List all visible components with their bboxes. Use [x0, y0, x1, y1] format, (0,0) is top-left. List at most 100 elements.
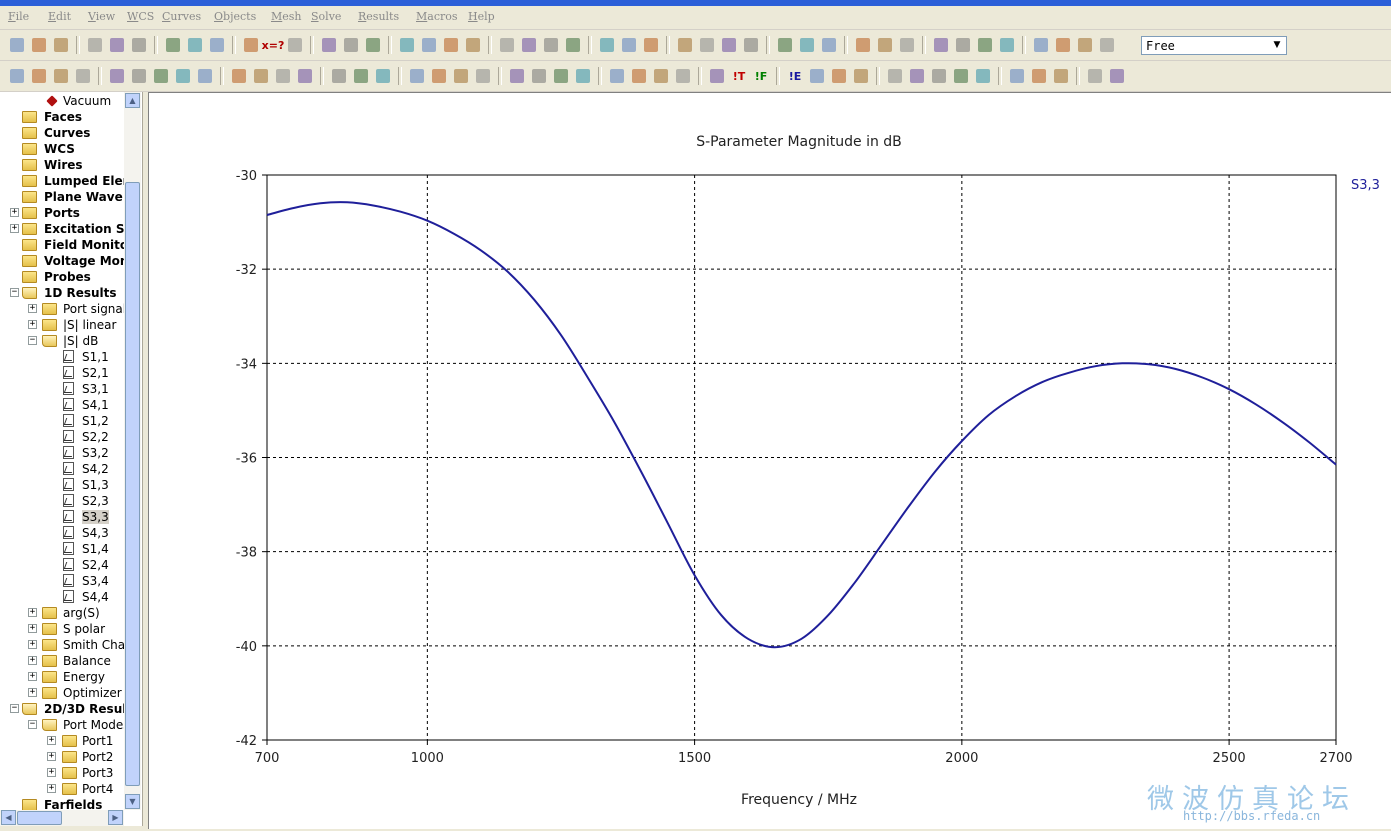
modeling-tool-9-icon[interactable]	[194, 65, 216, 87]
menu-macros[interactable]: Macros	[416, 10, 458, 23]
main-tool-12-icon[interactable]	[284, 34, 306, 56]
modeling-tool-3-icon[interactable]	[50, 65, 72, 87]
modeling-tool-34-icon[interactable]	[828, 65, 850, 87]
tree-item-curves[interactable]: Curves	[0, 125, 124, 141]
tree-item-faces[interactable]: Faces	[0, 109, 124, 125]
modeling-tool-14-icon[interactable]	[328, 65, 350, 87]
main-tool-29-icon[interactable]	[718, 34, 740, 56]
tree-item-wcs[interactable]: WCS	[0, 141, 124, 157]
menu-results[interactable]: Results	[358, 10, 399, 23]
main-tool-33-icon[interactable]	[818, 34, 840, 56]
main-tool-19-icon[interactable]	[462, 34, 484, 56]
tree-item-port-signals[interactable]: + Port signals	[0, 301, 124, 317]
s-parameter-plot[interactable]: S-Parameter Magnitude in dB Frequency / …	[149, 93, 1391, 829]
menu-view[interactable]: View	[88, 10, 115, 23]
main-tool-3-icon[interactable]	[50, 34, 72, 56]
main-tool-11-icon[interactable]: x=?	[262, 34, 285, 56]
modeling-tool-24-icon[interactable]	[572, 65, 594, 87]
main-tool-26-icon[interactable]	[640, 34, 662, 56]
tree-item-s2-4[interactable]: S2,4	[0, 557, 124, 573]
expand-plus-icon[interactable]: +	[28, 656, 37, 665]
expand-plus-icon[interactable]: +	[28, 608, 37, 617]
scroll-down-arrow-icon[interactable]: ▼	[125, 794, 140, 809]
expand-plus-icon[interactable]: +	[10, 224, 19, 233]
main-tool-24-icon[interactable]	[596, 34, 618, 56]
tree-item-excitation-signals[interactable]: + Excitation Signals	[0, 221, 124, 237]
tree-item-s2-2[interactable]: S2,2	[0, 429, 124, 445]
main-tool-34-icon[interactable]	[852, 34, 874, 56]
tree-item-s-polar[interactable]: + S polar	[0, 621, 124, 637]
tree-item-1d-results[interactable]: − 1D Results	[0, 285, 124, 301]
main-tool-21-icon[interactable]	[518, 34, 540, 56]
modeling-tool-2-icon[interactable]	[28, 65, 50, 87]
expand-plus-icon[interactable]: +	[28, 672, 37, 681]
main-tool-7-icon[interactable]	[162, 34, 184, 56]
modeling-tool-45-icon[interactable]	[1106, 65, 1128, 87]
modeling-tool-43-icon[interactable]	[1050, 65, 1072, 87]
expand-plus-icon[interactable]: +	[28, 640, 37, 649]
tree-item-balance[interactable]: + Balance	[0, 653, 124, 669]
main-tool-23-icon[interactable]	[562, 34, 584, 56]
tree-item-s3-2[interactable]: S3,2	[0, 445, 124, 461]
tree-item-port1[interactable]: + Port1	[0, 733, 124, 749]
expand-plus-icon[interactable]: +	[47, 752, 56, 761]
menu-edit[interactable]: Edit	[48, 10, 71, 23]
tree-item-probes[interactable]: Probes	[0, 269, 124, 285]
menu-wcs[interactable]: WCS	[127, 10, 154, 23]
tree-item-port4[interactable]: + Port4	[0, 781, 124, 797]
modeling-tool-18-icon[interactable]	[428, 65, 450, 87]
expand-plus-icon[interactable]: +	[28, 320, 37, 329]
modeling-tool-21-icon[interactable]	[506, 65, 528, 87]
modeling-tool-15-icon[interactable]	[350, 65, 372, 87]
collapse-minus-icon[interactable]: −	[28, 720, 37, 729]
main-tool-40-icon[interactable]	[996, 34, 1018, 56]
modeling-tool-22-icon[interactable]	[528, 65, 550, 87]
main-tool-44-icon[interactable]	[1096, 34, 1118, 56]
menu-solve[interactable]: Solve	[311, 10, 341, 23]
modeling-tool-8-icon[interactable]	[172, 65, 194, 87]
main-tool-2-icon[interactable]	[28, 34, 50, 56]
modeling-tool-12-icon[interactable]	[272, 65, 294, 87]
expand-plus-icon[interactable]: +	[28, 624, 37, 633]
tree-horizontal-scroll-thumb[interactable]	[17, 811, 62, 825]
tree-item-s-linear[interactable]: + |S| linear	[0, 317, 124, 333]
tree-item-s1-4[interactable]: S1,4	[0, 541, 124, 557]
main-tool-41-icon[interactable]	[1030, 34, 1052, 56]
modeling-tool-29-icon[interactable]	[706, 65, 728, 87]
menu-file[interactable]: File	[8, 10, 29, 23]
view-mode-select[interactable]: Free ▼	[1141, 36, 1287, 55]
tree-item-s2-1[interactable]: S2,1	[0, 365, 124, 381]
chevron-down-icon[interactable]: ▼	[1270, 39, 1284, 52]
scroll-up-arrow-icon[interactable]: ▲	[125, 93, 140, 108]
tree-vertical-scrollbar[interactable]: ▲ ▼	[124, 92, 141, 810]
tree-item-s2-3[interactable]: S2,3	[0, 493, 124, 509]
tree-item-smith-chart[interactable]: + Smith Chart	[0, 637, 124, 653]
scroll-right-arrow-icon[interactable]: ▶	[108, 810, 123, 825]
main-tool-39-icon[interactable]	[974, 34, 996, 56]
modeling-tool-32-icon[interactable]: !E	[784, 65, 806, 87]
collapse-minus-icon[interactable]: −	[10, 704, 19, 713]
main-tool-31-icon[interactable]	[774, 34, 796, 56]
main-tool-28-icon[interactable]	[696, 34, 718, 56]
main-tool-43-icon[interactable]	[1074, 34, 1096, 56]
main-tool-38-icon[interactable]	[952, 34, 974, 56]
tree-item-s4-1[interactable]: S4,1	[0, 397, 124, 413]
modeling-tool-10-icon[interactable]	[228, 65, 250, 87]
tree-item-2d-3d-results[interactable]: − 2D/3D Results	[0, 701, 124, 717]
tree-horizontal-scrollbar[interactable]: ◀ ▶	[0, 810, 124, 826]
expand-plus-icon[interactable]: +	[28, 304, 37, 313]
modeling-tool-17-icon[interactable]	[406, 65, 428, 87]
modeling-tool-25-icon[interactable]	[606, 65, 628, 87]
collapse-minus-icon[interactable]: −	[28, 336, 37, 345]
tree-item-energy[interactable]: + Energy	[0, 669, 124, 685]
expand-plus-icon[interactable]: +	[28, 688, 37, 697]
modeling-tool-42-icon[interactable]	[1028, 65, 1050, 87]
tree-item-farfields[interactable]: Farfields	[0, 797, 124, 810]
tree-item-s4-2[interactable]: S4,2	[0, 461, 124, 477]
tree-item-port-modes[interactable]: − Port Modes	[0, 717, 124, 733]
modeling-tool-5-icon[interactable]	[106, 65, 128, 87]
modeling-tool-4-icon[interactable]	[72, 65, 94, 87]
main-tool-32-icon[interactable]	[796, 34, 818, 56]
tree-item-port2[interactable]: + Port2	[0, 749, 124, 765]
expand-plus-icon[interactable]: +	[47, 768, 56, 777]
